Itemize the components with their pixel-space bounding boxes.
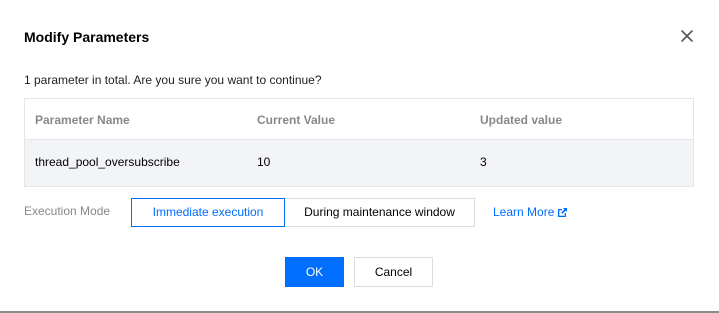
- table-row: thread_pool_oversubscribe 10 3: [25, 140, 693, 186]
- ok-button[interactable]: OK: [285, 257, 344, 287]
- maintenance-window-option[interactable]: During maintenance window: [284, 198, 475, 227]
- column-header-current-value: Current Value: [257, 113, 336, 127]
- external-link-icon: [557, 207, 568, 218]
- cell-parameter-name: thread_pool_oversubscribe: [35, 155, 180, 169]
- parameters-table: Parameter Name Current Value Updated val…: [24, 98, 694, 187]
- dialog-summary: 1 parameter in total. Are you sure you w…: [24, 73, 322, 87]
- close-icon[interactable]: [680, 29, 694, 43]
- cell-current-value: 10: [257, 155, 271, 169]
- execution-mode-label: Execution Mode: [24, 204, 111, 218]
- learn-more-label: Learn More: [493, 205, 555, 219]
- cell-updated-value: 3: [480, 155, 487, 169]
- immediate-execution-option[interactable]: Immediate execution: [131, 198, 285, 227]
- dialog-title: Modify Parameters: [24, 29, 150, 45]
- modify-parameters-dialog: Modify Parameters 1 parameter in total. …: [0, 0, 719, 313]
- column-header-parameter-name: Parameter Name: [35, 113, 130, 127]
- column-header-updated-value: Updated value: [480, 113, 563, 127]
- cancel-button[interactable]: Cancel: [354, 257, 433, 287]
- learn-more-link[interactable]: Learn More: [493, 205, 568, 219]
- table-header: Parameter Name Current Value Updated val…: [25, 99, 693, 140]
